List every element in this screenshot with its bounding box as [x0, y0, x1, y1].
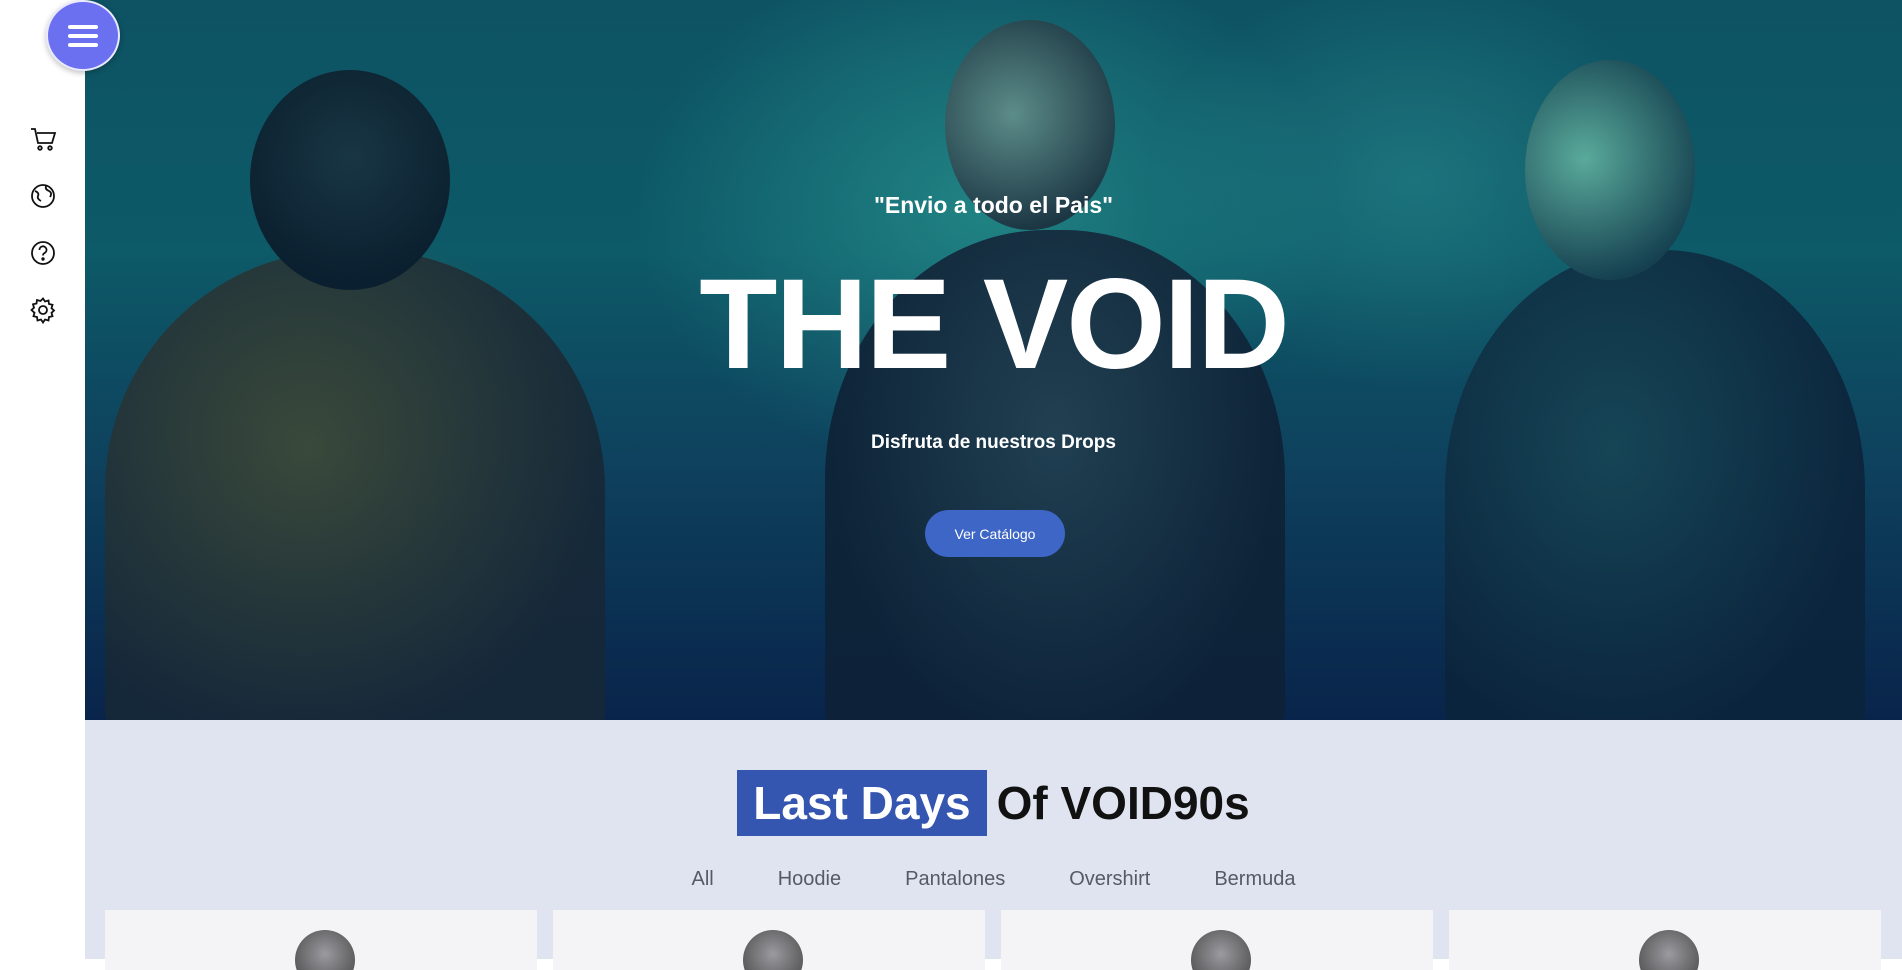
filter-overshirt[interactable]: Overshirt [1069, 868, 1150, 891]
product-card[interactable] [105, 910, 537, 970]
hero-banner: "Envio a todo el Pais" THE VOID Disfruta… [85, 0, 1902, 720]
menu-button[interactable] [46, 0, 120, 71]
sidebar [0, 0, 120, 959]
filter-pantalones[interactable]: Pantalones [905, 868, 1005, 891]
view-catalog-button[interactable]: Ver Catálogo [925, 510, 1065, 557]
hero-title: THE VOID [699, 253, 1290, 396]
category-filters: All Hoodie Pantalones Overshirt Bermuda [85, 868, 1902, 891]
product-image [1191, 930, 1251, 970]
section-title-highlight: Last Days [737, 770, 987, 836]
product-card[interactable] [1449, 910, 1881, 970]
section-title: Last Days Of VOID90s [85, 770, 1902, 836]
product-image [295, 930, 355, 970]
product-image [1639, 930, 1699, 970]
product-grid [105, 910, 1885, 970]
product-image [743, 930, 803, 970]
product-card[interactable] [1001, 910, 1433, 970]
cart-icon [31, 128, 57, 151]
hero-tagline: "Envio a todo el Pais" [873, 192, 1114, 218]
help-button[interactable] [28, 238, 58, 268]
settings-icon [30, 297, 56, 324]
hamburger-menu-icon [68, 24, 98, 47]
help-icon [31, 241, 55, 265]
products-section: Last Days Of VOID90s All Hoodie Pantalone… [85, 720, 1902, 970]
settings-button[interactable] [28, 295, 58, 325]
filter-bermuda[interactable]: Bermuda [1214, 868, 1295, 891]
cart-button[interactable] [28, 124, 58, 154]
hero-subtitle: Disfruta de nuestros Drops [871, 432, 1116, 453]
product-card[interactable] [553, 910, 985, 970]
filter-hoodie[interactable]: Hoodie [778, 868, 841, 891]
filter-all[interactable]: All [692, 868, 714, 891]
section-title-rest: Of VOID90s [996, 777, 1250, 829]
language-button[interactable] [28, 181, 58, 211]
globe-icon [31, 184, 55, 208]
hero-content: "Envio a todo el Pais" THE VOID Disfruta… [85, 0, 1902, 720]
